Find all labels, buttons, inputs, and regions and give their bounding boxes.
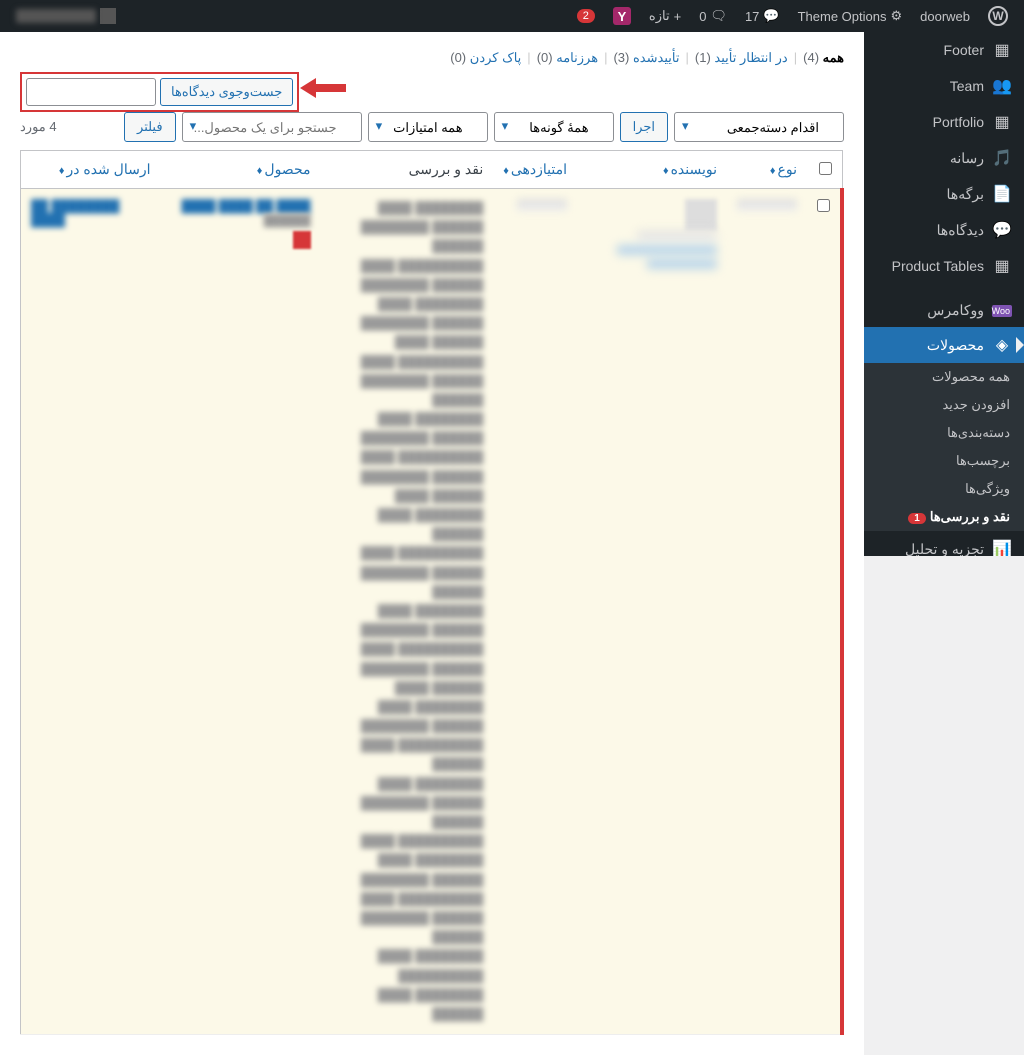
- filter-button[interactable]: فیلتر: [124, 112, 176, 142]
- status-filter-links: همه (4) | در انتظار تأیید (1) | تأییدشده…: [20, 42, 844, 74]
- sidebar-item-pages[interactable]: 📄برگه‌ها: [864, 176, 1024, 212]
- sidebar-item-woocommerce[interactable]: Wooووکامرس: [864, 294, 1024, 327]
- col-review: نقد و بررسی: [321, 151, 494, 189]
- items-count: 4 مورد: [20, 119, 57, 135]
- sidebar-item-product-tables[interactable]: ▦Product Tables: [864, 248, 1024, 284]
- submenu-reviews[interactable]: نقد و بررسی‌ها1: [864, 503, 1024, 531]
- submenu-tags[interactable]: برچسب‌ها: [864, 447, 1024, 475]
- sidebar-item-analytics[interactable]: 📊تجزیه و تحلیل: [864, 531, 1024, 556]
- new-content[interactable]: +تازه: [641, 0, 689, 32]
- rating-filter-select[interactable]: همه امتیازات: [368, 112, 488, 142]
- submenu-attributes[interactable]: ویژگی‌ها: [864, 475, 1024, 503]
- bulk-apply-button[interactable]: اجرا: [620, 112, 668, 142]
- col-rating[interactable]: امتیازدهی♦: [493, 151, 577, 189]
- row-checkbox[interactable]: [817, 199, 830, 212]
- admin-sidebar: ▦Footer 👥Team ▦Portfolio 🎵رسانه 📄برگه‌ها…: [864, 32, 1024, 556]
- author-avatar: [685, 199, 717, 231]
- col-product[interactable]: محصول♦: [161, 151, 321, 189]
- reviews-table: نوع♦ نویسنده♦ امتیازدهی♦ نقد و بررسی محص…: [20, 150, 844, 1035]
- filter-all[interactable]: همه: [823, 50, 844, 65]
- submenu-add-new[interactable]: افزودن جدید: [864, 391, 1024, 419]
- notifications[interactable]: 2: [569, 0, 603, 32]
- products-submenu: همه محصولات افزودن جدید دسته‌بندی‌ها برچ…: [864, 363, 1024, 531]
- col-author[interactable]: نویسنده♦: [577, 151, 727, 189]
- submenu-all-products[interactable]: همه محصولات: [864, 363, 1024, 391]
- product-search-input[interactable]: [182, 112, 362, 142]
- type-filter-select[interactable]: همهٔ گونه‌ها: [494, 112, 614, 142]
- site-name[interactable]: [8, 0, 124, 32]
- main-content: جست‌وجوی دیدگاه‌ها همه (4) | در انتظار ت…: [0, 32, 864, 1055]
- admin-topbar: W doorweb ⚙Theme Options 💬17 🗨0 +تازه Y …: [0, 0, 1024, 32]
- search-comments-button[interactable]: جست‌وجوی دیدگاه‌ها: [160, 78, 293, 106]
- sidebar-item-footer[interactable]: ▦Footer: [864, 32, 1024, 68]
- col-date[interactable]: ارسال شده در♦: [21, 151, 161, 189]
- sidebar-item-team[interactable]: 👥Team: [864, 68, 1024, 104]
- filter-spam[interactable]: هرزنامه: [556, 50, 598, 65]
- sidebar-item-portfolio[interactable]: ▦Portfolio: [864, 104, 1024, 140]
- comments-count[interactable]: 💬17: [737, 0, 788, 32]
- col-type[interactable]: نوع♦: [727, 151, 807, 189]
- filter-approved[interactable]: تأییدشده: [633, 50, 679, 65]
- filter-pending[interactable]: در انتظار تأیید: [714, 50, 787, 65]
- theme-options-link[interactable]: ⚙Theme Options: [790, 0, 911, 32]
- user-howdy[interactable]: doorweb: [912, 0, 978, 32]
- wp-logo[interactable]: W: [980, 0, 1016, 32]
- bulk-action-select[interactable]: اقدام دسته‌جمعی: [674, 112, 844, 142]
- sidebar-item-media[interactable]: 🎵رسانه: [864, 140, 1024, 176]
- yoast-icon[interactable]: Y: [605, 0, 639, 32]
- search-box-highlight: جست‌وجوی دیدگاه‌ها: [20, 72, 299, 112]
- select-all-checkbox[interactable]: [819, 162, 832, 175]
- submenu-categories[interactable]: دسته‌بندی‌ها: [864, 419, 1024, 447]
- filter-trash[interactable]: پاک کردن: [470, 50, 522, 65]
- sidebar-item-products[interactable]: ◈محصولات: [864, 327, 1024, 363]
- search-comments-input[interactable]: [26, 78, 156, 106]
- bubble-count[interactable]: 🗨0: [691, 0, 735, 32]
- sidebar-item-comments[interactable]: 💬دیدگاه‌ها: [864, 212, 1024, 248]
- table-row: ████████ ████ ██████ ████████ ██████ ███…: [21, 189, 843, 1035]
- annotation-arrow: [290, 74, 350, 100]
